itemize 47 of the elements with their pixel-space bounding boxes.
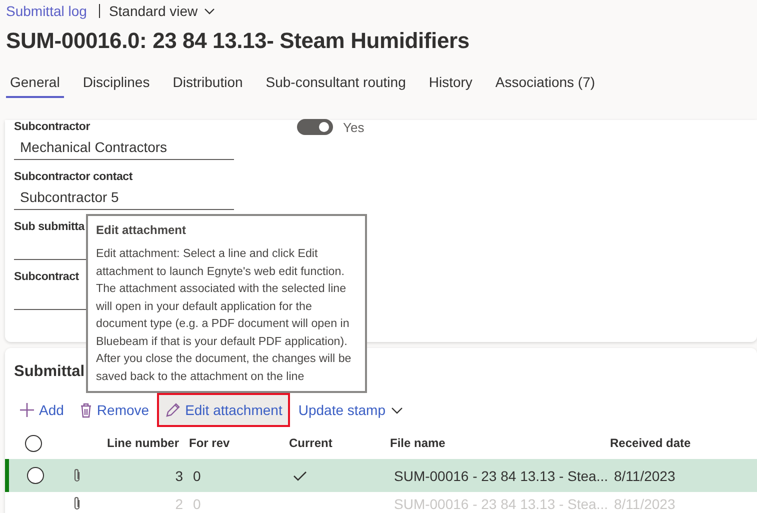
table-cell-text: 8/11/2023: [614, 468, 676, 484]
toolbar-button[interactable]: Update stamp: [292, 395, 409, 425]
chevron-down-icon: [204, 8, 215, 14]
trash-icon: [80, 402, 92, 418]
field-label: Sub submitta: [14, 221, 84, 233]
tab[interactable]: Associations (7): [491, 68, 600, 98]
row-radio[interactable]: [26, 467, 44, 484]
table-cell-text: 0: [193, 468, 202, 484]
page-title: SUM-00016.0: 23 84 13.13- Steam Humidifiers: [6, 28, 470, 54]
toolbar-button[interactable]: Remove: [74, 395, 156, 425]
toolbar-button[interactable]: Add: [14, 395, 70, 425]
breadcrumb-link[interactable]: Submittal log: [6, 3, 87, 19]
toolbar-button[interactable]: Edit attachment: [159, 395, 288, 425]
table-row[interactable]: 3 0 SUM-00016 - 23 84 13.13 - Stea... 8/11/2023: [5, 459, 757, 492]
plus-icon: [20, 403, 34, 417]
input-field[interactable]: Subcontractor 5: [14, 188, 234, 210]
table-cell-text: 0: [193, 496, 202, 512]
field-label: Subcontractor contact: [14, 171, 132, 183]
column-header[interactable]: File name: [390, 436, 610, 450]
column-header[interactable]: For rev: [189, 436, 289, 450]
toggle-label: Yes: [343, 120, 364, 134]
tab[interactable]: History: [424, 68, 476, 98]
table-cell-text: SUM-00016 - 23 84 13.13 - Stea...: [394, 468, 610, 484]
column-header[interactable]: Received date: [610, 436, 730, 450]
column-header[interactable]: Line number: [93, 436, 189, 450]
tab[interactable]: General: [6, 68, 64, 98]
table-cell-text: 8/11/2023: [614, 496, 676, 512]
table-cell-text: SUM-00016 - 23 84 13.13 - Stea...: [394, 496, 610, 512]
table-cell-text: 3: [174, 468, 184, 484]
field-label: Subcontractor: [14, 121, 90, 133]
section-title: Submittal: [14, 363, 85, 382]
field-label: Subcontract: [14, 271, 79, 283]
select-all-radio[interactable]: [24, 434, 42, 452]
column-header[interactable]: Current: [289, 436, 390, 450]
tab[interactable]: Disciplines: [78, 68, 154, 98]
chevron-down-icon: [390, 406, 403, 414]
tab[interactable]: Distribution: [168, 68, 247, 98]
tab[interactable]: Sub-consultant routing: [262, 68, 410, 98]
paperclip-icon: [73, 496, 81, 511]
paperclip-icon: [73, 468, 81, 483]
tooltip-text: Edit attachment: Select a line and click Edit attachment to launch Egnyte's web edit function. The attachment associated with the selected line will open in your default application for the document type (e.g. a PDF document will open in Bluebeam if that is your default PDF application). After you close the document, the changes will be saved back to the attachment on the line: [96, 246, 352, 384]
view-selector[interactable]: Standard view: [108, 3, 215, 19]
toggle-switch[interactable]: [297, 119, 333, 135]
input-field[interactable]: Mechanical Contractors: [14, 138, 234, 160]
pencil-icon: [165, 402, 180, 418]
tooltip-title: Edit attachment: [96, 223, 188, 237]
table-cell-text: 2: [174, 496, 184, 512]
